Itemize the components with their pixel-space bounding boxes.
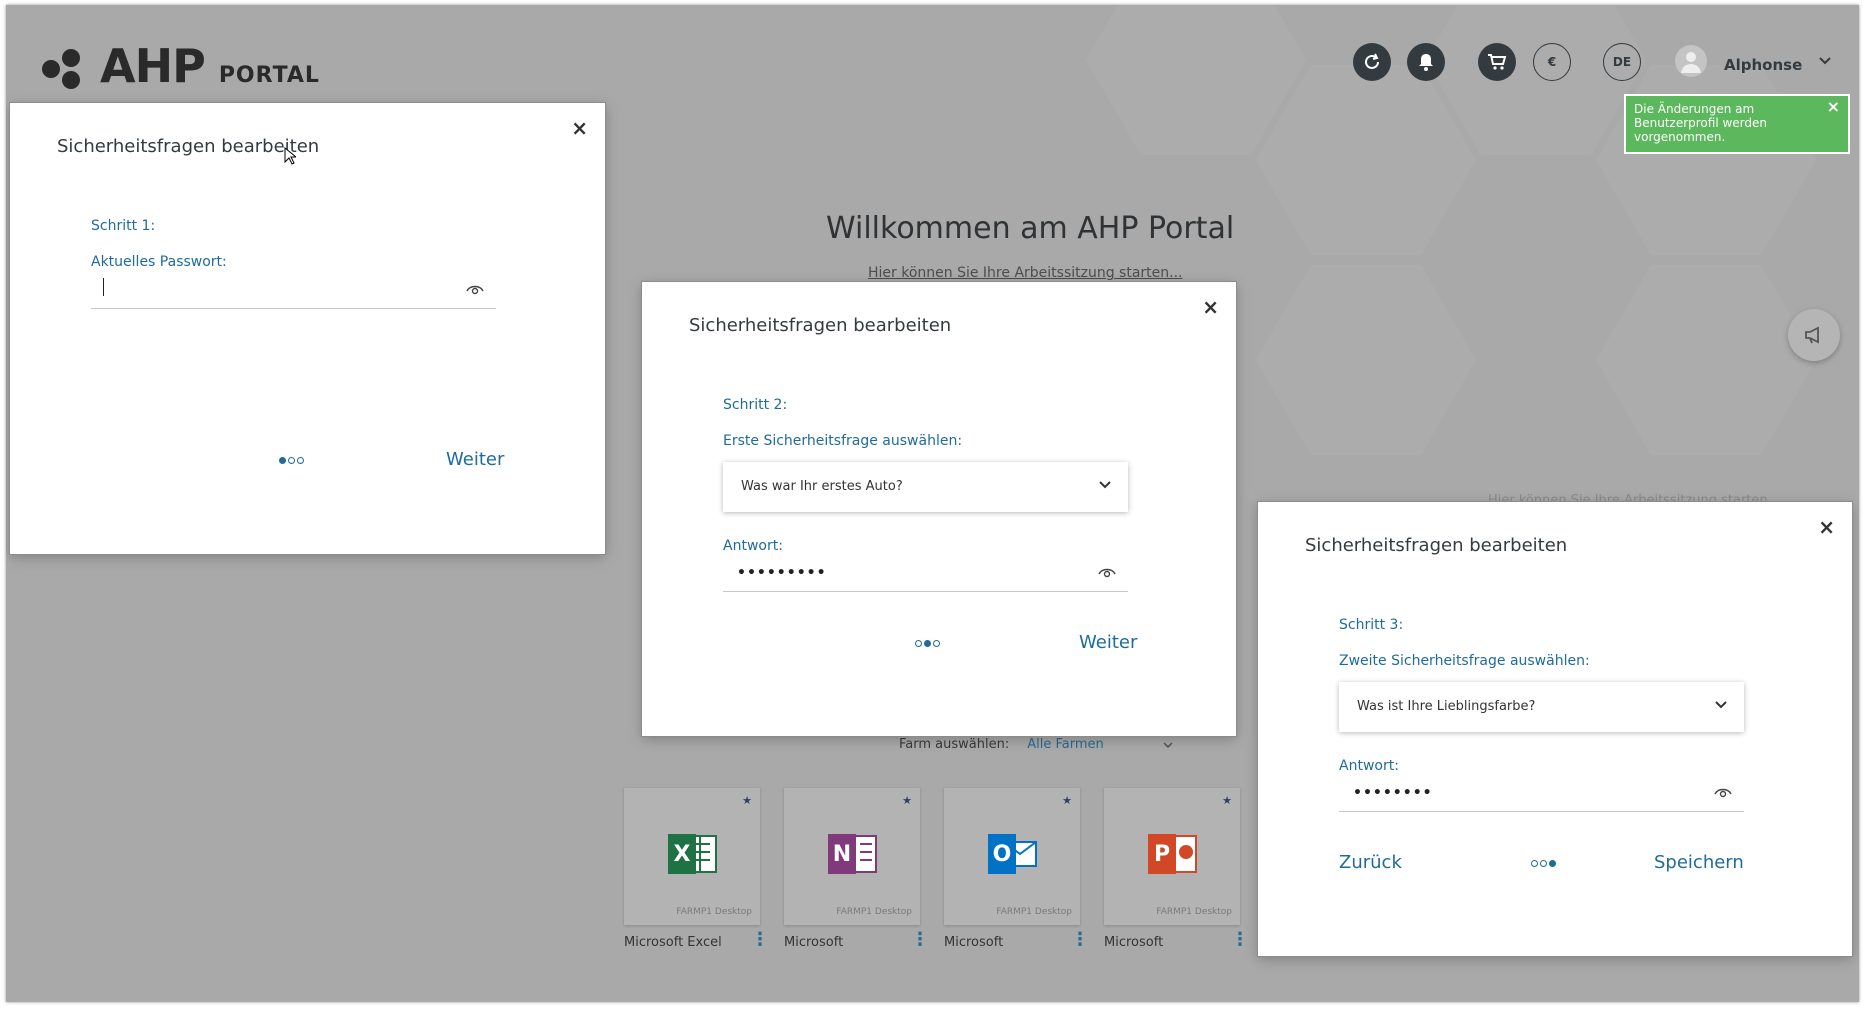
more-options-icon[interactable]: ⋮ — [911, 931, 929, 949]
outlook-icon: O — [988, 834, 1037, 874]
refresh-icon[interactable] — [1353, 43, 1391, 81]
chevron-down-icon — [1163, 741, 1173, 748]
dialog-step: Schritt 2: — [723, 397, 788, 413]
logo-text: AHP — [100, 39, 206, 93]
currency-label: € — [1547, 55, 1557, 69]
favorite-star-icon[interactable]: ★ — [742, 794, 752, 807]
eye-icon[interactable] — [1098, 567, 1116, 579]
app-tile-powerpoint[interactable]: ★ P FARMP1 Desktop — [1104, 788, 1240, 925]
back-button[interactable]: Zurück — [1339, 852, 1402, 873]
dialog-title: Sicherheitsfragen bearbeiten — [689, 315, 952, 336]
svg-text:P: P — [1154, 842, 1170, 867]
more-options-icon[interactable]: ⋮ — [1231, 931, 1249, 949]
hex-decoration — [1256, 265, 1476, 455]
user-name[interactable]: Alphonse — [1724, 56, 1802, 74]
tile-subtitle: FARMP1 Desktop — [996, 907, 1072, 917]
answer-label: Antwort: — [1339, 758, 1399, 774]
dialog-step: Schritt 1: — [91, 218, 156, 234]
eye-icon[interactable] — [1714, 787, 1732, 799]
dialog-step: Schritt 3: — [1339, 617, 1404, 633]
step-indicator — [1531, 860, 1556, 867]
answer-value: ••••••••• — [737, 565, 827, 581]
dialog-title: Sicherheitsfragen bearbeiten — [57, 136, 320, 157]
more-options-icon[interactable]: ⋮ — [751, 931, 769, 949]
currency-icon[interactable]: € — [1533, 43, 1571, 81]
next-button[interactable]: Weiter — [1079, 632, 1137, 653]
onenote-icon: N — [828, 834, 877, 874]
close-icon[interactable]: × — [1818, 515, 1835, 539]
step-indicator — [279, 457, 304, 464]
app-tile-onenote[interactable]: ★ N FARMP1 Desktop — [784, 788, 920, 925]
favorite-star-icon[interactable]: ★ — [1222, 794, 1232, 807]
security-dialog-step-3: Sicherheitsfragen bearbeiten × Schritt 3… — [1257, 501, 1853, 957]
app-name: Microsoft — [944, 935, 1004, 950]
current-password-input[interactable] — [91, 274, 496, 309]
hex-decoration — [1596, 265, 1816, 455]
app-name: Microsoft — [784, 935, 844, 950]
security-dialog-step-2: Sicherheitsfragen bearbeiten × Schritt 2… — [641, 281, 1237, 737]
tile-subtitle: FARMP1 Desktop — [676, 907, 752, 917]
megaphone-icon — [1805, 326, 1819, 344]
first-question-select[interactable]: Was war Ihr erstes Auto? — [723, 462, 1128, 512]
dialog-title: Sicherheitsfragen bearbeiten — [1305, 535, 1568, 556]
answer-label: Antwort: — [723, 538, 783, 554]
first-question-label: Erste Sicherheitsfrage auswählen: — [723, 433, 963, 449]
toast-message: Die Änderungen am Benutzerprofil werden … — [1634, 102, 1768, 144]
announcement-button[interactable] — [1788, 309, 1840, 361]
tile-subtitle: FARMP1 Desktop — [836, 907, 912, 917]
logo-dots-icon — [42, 49, 86, 89]
app-tile-excel[interactable]: ★ X FARMP1 Desktop — [624, 788, 760, 925]
app-name: Microsoft Excel — [624, 935, 722, 950]
chevron-down-icon — [1715, 701, 1727, 709]
mouse-cursor-icon — [284, 147, 296, 165]
more-options-icon[interactable]: ⋮ — [1071, 931, 1089, 949]
app-name: Microsoft — [1104, 935, 1164, 950]
first-question-value: Was war Ihr erstes Auto? — [741, 479, 903, 494]
security-dialog-step-1: Sicherheitsfragen bearbeiten × Schritt 1… — [9, 102, 606, 555]
hex-decoration — [1256, 65, 1476, 255]
farm-label: Farm auswählen: — [899, 737, 1010, 752]
page-title: Willkommen am AHP Portal — [826, 211, 1235, 246]
answer-input[interactable]: •••••••• — [1339, 777, 1744, 812]
save-button[interactable]: Speichern — [1654, 852, 1744, 873]
second-question-label: Zweite Sicherheitsfrage auswählen: — [1339, 653, 1590, 669]
svg-text:X: X — [674, 842, 691, 867]
eye-icon[interactable] — [466, 284, 484, 296]
close-icon[interactable]: × — [571, 116, 588, 140]
svg-text:O: O — [993, 842, 1012, 867]
user-icon — [1681, 52, 1701, 73]
step-indicator — [915, 640, 940, 647]
language-icon[interactable]: DE — [1603, 43, 1641, 81]
close-icon[interactable]: × — [1827, 99, 1840, 115]
password-label: Aktuelles Passwort: — [91, 254, 227, 270]
ahp-logo[interactable]: AHP PORTAL — [42, 41, 320, 89]
toast-notification: Die Änderungen am Benutzerprofil werden … — [1624, 94, 1850, 154]
language-label: DE — [1612, 55, 1632, 69]
avatar[interactable] — [1675, 45, 1707, 77]
answer-input[interactable]: ••••••••• — [723, 557, 1128, 592]
favorite-star-icon[interactable]: ★ — [902, 794, 912, 807]
answer-value: •••••••• — [1353, 785, 1433, 801]
cart-icon[interactable] — [1478, 43, 1516, 81]
logo-subtext: PORTAL — [218, 63, 320, 88]
tile-subtitle: FARMP1 Desktop — [1156, 907, 1232, 917]
svg-text:N: N — [833, 842, 851, 867]
chevron-down-icon — [1099, 481, 1111, 489]
app-screen: AHP PORTAL € DE Alphonse Die Änderungen … — [6, 5, 1859, 1002]
close-icon[interactable]: × — [1202, 295, 1219, 319]
farm-value: Alle Farmen — [1027, 737, 1104, 752]
chevron-down-icon[interactable] — [1818, 54, 1832, 68]
farm-selector[interactable]: Farm auswählen: Alle Farmen — [899, 737, 1174, 752]
bell-icon[interactable] — [1407, 43, 1445, 81]
page-subtitle: Hier können Sie Ihre Arbeitssitzung star… — [868, 265, 1183, 281]
second-question-select[interactable]: Was ist Ihre Lieblingsfarbe? — [1339, 682, 1744, 732]
next-button[interactable]: Weiter — [446, 449, 504, 470]
favorite-star-icon[interactable]: ★ — [1062, 794, 1072, 807]
text-caret — [103, 278, 104, 296]
excel-icon: X — [668, 834, 717, 874]
app-tile-outlook[interactable]: ★ O FARMP1 Desktop — [944, 788, 1080, 925]
second-question-value: Was ist Ihre Lieblingsfarbe? — [1357, 699, 1536, 714]
powerpoint-icon: P — [1148, 834, 1197, 874]
